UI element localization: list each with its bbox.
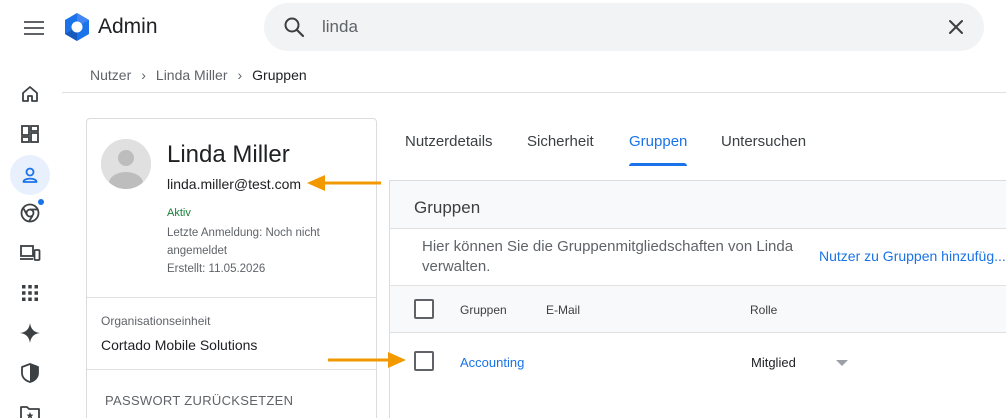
role-select[interactable]: Mitglied	[751, 355, 796, 370]
tab-user-details[interactable]: Nutzerdetails	[405, 124, 493, 166]
panel-title: Gruppen	[414, 198, 481, 217]
dashboard-icon	[21, 125, 39, 143]
search-bar[interactable]: linda	[264, 3, 984, 51]
header-divider	[62, 92, 1006, 93]
tab-groups[interactable]: Gruppen	[629, 124, 688, 166]
gemini-icon	[20, 323, 40, 343]
column-header-groups[interactable]: Gruppen	[460, 303, 507, 317]
card-divider	[87, 369, 376, 370]
folder-star-icon	[20, 406, 40, 418]
reset-password-button[interactable]: PASSWORT ZURÜCKSETZEN	[105, 393, 293, 408]
annotation-arrow-email	[307, 175, 381, 191]
table-header: Gruppen E-Mail Rolle	[390, 285, 1006, 333]
user-icon	[22, 167, 38, 183]
avatar-placeholder-icon	[101, 139, 151, 189]
hamburger-icon	[24, 21, 44, 35]
active-tab-indicator	[629, 163, 688, 166]
breadcrumb-user[interactable]: Linda Miller	[156, 67, 228, 83]
row-checkbox[interactable]	[414, 351, 434, 371]
org-unit-label: Organisationseinheit	[101, 314, 211, 328]
close-icon[interactable]	[944, 15, 968, 39]
main-menu-button[interactable]	[16, 14, 52, 42]
select-all-checkbox[interactable]	[414, 299, 434, 319]
nav-security[interactable]	[10, 353, 50, 393]
group-name-link[interactable]: Accounting	[460, 355, 524, 370]
tab-label: Untersuchen	[721, 133, 807, 150]
status-badge: Aktiv	[167, 207, 191, 219]
avatar	[101, 139, 151, 189]
nav-drive[interactable]	[10, 393, 50, 418]
add-to-groups-link[interactable]: Nutzer zu Gruppen hinzufüg...	[819, 248, 1006, 264]
top-bar: Admin linda	[0, 0, 1006, 56]
user-meta: Letzte Anmeldung: Noch nicht angemeldet …	[167, 224, 347, 278]
devices-icon	[20, 245, 41, 261]
chevron-down-icon[interactable]	[836, 360, 848, 366]
app-title: Admin	[98, 15, 158, 38]
home-icon	[22, 86, 38, 102]
created-date: Erstellt: 11.05.2026	[167, 263, 266, 275]
nav-chrome[interactable]	[10, 193, 50, 233]
org-unit-value: Cortado Mobile Solutions	[101, 337, 258, 353]
annotation-arrow-checkbox	[328, 352, 406, 368]
tab-investigate[interactable]: Untersuchen	[721, 124, 806, 166]
search-input[interactable]: linda	[322, 17, 358, 37]
notification-dot	[38, 199, 44, 205]
nav-apps[interactable]	[10, 273, 50, 313]
nav-devices[interactable]	[10, 233, 50, 273]
nav-home[interactable]	[10, 74, 50, 114]
shield-icon	[21, 363, 39, 383]
user-profile-card: Linda Miller linda.miller@test.com Aktiv…	[86, 118, 377, 418]
table-row: Accounting Mitglied	[390, 333, 1006, 389]
user-name: Linda Miller	[167, 141, 290, 168]
panel-description: Hier können Sie die Gruppenmitgliedschaf…	[422, 238, 794, 275]
admin-hexagon-icon	[65, 13, 89, 41]
column-header-role[interactable]: Rolle	[750, 303, 777, 317]
admin-logo[interactable]: Admin	[62, 12, 158, 42]
last-login: Letzte Anmeldung: Noch nicht angemeldet	[167, 227, 320, 257]
chevron-right-icon: ›	[237, 67, 243, 83]
nav-users[interactable]	[10, 155, 50, 195]
breadcrumb: Nutzer › Linda Miller › Gruppen	[90, 67, 307, 83]
breadcrumb-current: Gruppen	[252, 67, 307, 83]
breadcrumb-users[interactable]: Nutzer	[90, 67, 131, 83]
left-nav-rail	[0, 72, 62, 418]
chrome-icon	[20, 203, 40, 223]
user-email: linda.miller@test.com	[167, 176, 302, 192]
apps-icon	[22, 285, 38, 301]
groups-panel: Gruppen Hier können Sie die Gruppenmitgl…	[389, 180, 1006, 418]
nav-dashboard[interactable]	[10, 114, 50, 154]
tab-label: Nutzerdetails	[405, 133, 493, 150]
panel-header: Gruppen	[390, 181, 1006, 229]
tab-label: Gruppen	[629, 133, 688, 150]
tab-label: Sicherheit	[527, 133, 594, 150]
tab-security[interactable]: Sicherheit	[527, 124, 594, 166]
nav-gemini[interactable]	[10, 313, 50, 353]
search-icon	[284, 17, 305, 38]
column-header-email[interactable]: E-Mail	[546, 303, 580, 317]
chevron-right-icon: ›	[141, 67, 146, 83]
card-divider	[87, 297, 376, 298]
